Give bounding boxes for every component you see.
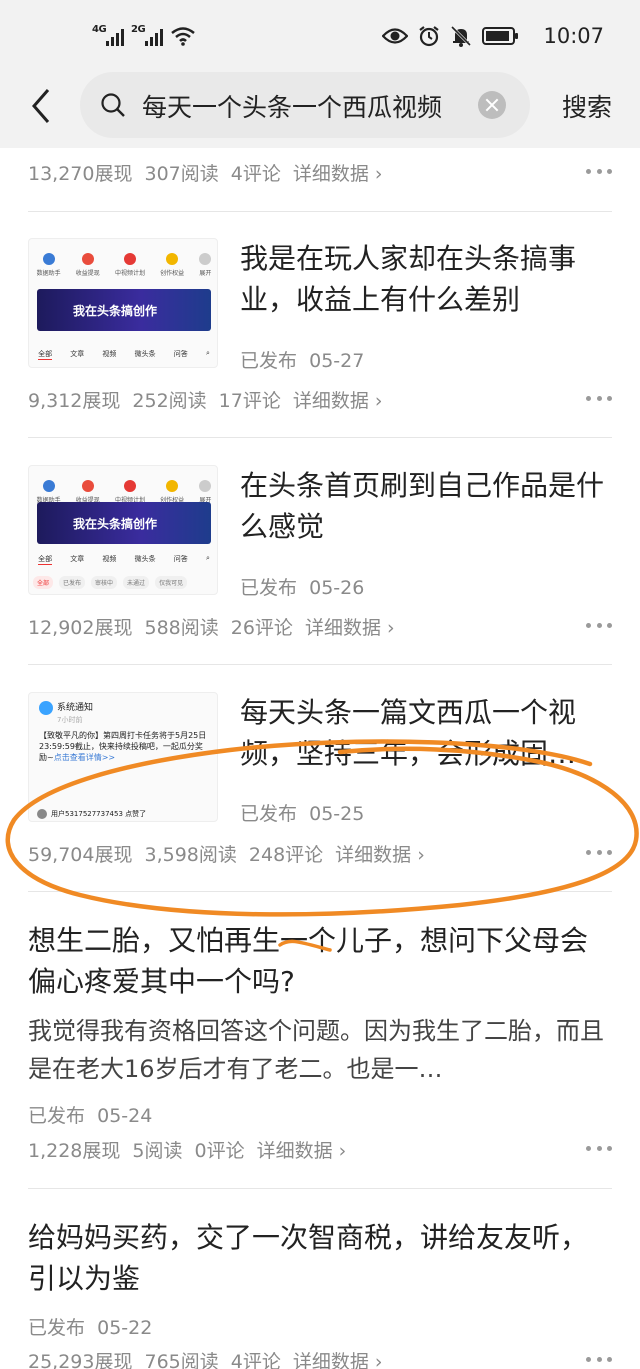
search-icon: ⌕: [205, 554, 210, 562]
thumb-tabs: 全部 文章 视频 微头条 问答 ⌕: [38, 554, 210, 565]
signal-icon: [106, 28, 126, 46]
status-bar: 4G 2G 10:07: [0, 0, 640, 72]
detail-data-link[interactable]: 详细数据: [293, 1347, 383, 1369]
reads-count: 765阅读: [144, 1350, 219, 1369]
comments-count: 248评论: [248, 843, 324, 866]
thumb-icon-row: 数据助手 收益提现 中视频计划 创作权益 展开: [29, 253, 217, 277]
views-count: 1,228展现: [28, 1139, 121, 1162]
detail-data-link[interactable]: 详细数据: [305, 613, 395, 640]
search-icon: ⌕: [205, 349, 210, 357]
thumb-icon: 创作权益: [160, 480, 184, 504]
wifi-icon: [171, 27, 195, 46]
reads-count: 252阅读: [132, 389, 207, 412]
thumb-tabs: 全部 文章 视频 微头条 问答 ⌕: [38, 349, 210, 360]
question-title[interactable]: 想生二胎，又怕再生一个儿子，想问下父母会偏心疼爱其中一个吗?: [28, 920, 612, 1002]
battery-icon: [482, 27, 518, 45]
reads-count: 588阅读: [144, 616, 219, 639]
search-query[interactable]: 每天一个头条一个西瓜视频: [142, 88, 442, 124]
stats-row: 9,312展现 252阅读 17评论 详细数据: [28, 384, 383, 414]
search-header: 每天一个头条一个西瓜视频 搜索: [0, 72, 640, 148]
more-options-icon[interactable]: [586, 1354, 612, 1364]
detail-data-link[interactable]: 详细数据: [257, 1136, 347, 1163]
comments-count: 17评论: [218, 389, 281, 412]
article-title[interactable]: 每天头条一篇文西瓜一个视频，坚持三年，会形成固…: [240, 692, 612, 774]
stats-row: 25,293展现 765阅读 4评论 详细数据: [28, 1345, 383, 1369]
comments-count: 4评论: [230, 162, 281, 185]
back-button[interactable]: [22, 86, 62, 126]
divider: [28, 211, 612, 212]
search-input[interactable]: 每天一个头条一个西瓜视频: [80, 72, 530, 138]
stats-row: 12,902展现 588阅读 26评论 详细数据: [28, 611, 395, 641]
thumb-icon: 创作权益: [160, 253, 184, 277]
detail-data-link[interactable]: 详细数据: [293, 386, 383, 413]
thumb-user-line: 用户5317527737453 点赞了: [37, 809, 146, 819]
thumb-subtabs: 全部 已发布 审核中 未通过 仅我可见: [33, 576, 188, 589]
network-type-2: 2G: [131, 24, 146, 35]
thumb-icon: 数据助手: [37, 480, 61, 504]
comments-count: 26评论: [230, 616, 293, 639]
thumb-icon: 收益提现: [76, 253, 100, 277]
views-count: 59,704展现: [28, 843, 133, 866]
network-type-1: 4G: [92, 24, 107, 35]
thumb-icon: 展开: [199, 253, 211, 277]
views-count: 25,293展现: [28, 1350, 133, 1369]
divider: [28, 891, 612, 892]
reads-count: 3,598阅读: [144, 843, 237, 866]
views-count: 9,312展现: [28, 389, 121, 412]
thumb-icon-row: 数据助手 收益提现 中视频计划 创作权益 展开: [29, 480, 217, 504]
article-title[interactable]: 在头条首页刷到自己作品是什么感觉: [240, 465, 612, 547]
reads-count: 307阅读: [144, 162, 219, 185]
comments-count: 0评论: [194, 1139, 245, 1162]
publish-status: 已发布 05-22: [28, 1317, 153, 1339]
divider: [28, 664, 612, 665]
views-count: 12,902展现: [28, 616, 133, 639]
article-thumbnail: 系统通知 7小时前 【致敬平凡的你】第四周打卡任务将于5月25日23:59:59…: [28, 692, 218, 822]
stats-row: 13,270展现 307阅读 4评论 详细数据: [28, 157, 383, 187]
more-options-icon[interactable]: [586, 393, 612, 403]
views-count: 13,270展现: [28, 162, 133, 185]
thumb-icon: 中视频计划: [115, 253, 145, 277]
reads-count: 5阅读: [132, 1139, 183, 1162]
notification-avatar: [39, 701, 53, 715]
comments-count: 4评论: [230, 1350, 281, 1369]
more-options-icon[interactable]: [586, 620, 612, 630]
answer-summary: 我觉得我有资格回答这个问题。因为我生了二胎，而且是在老大16岁后才有了老二。也是…: [28, 1017, 604, 1083]
thumb-icon: 展开: [199, 480, 211, 504]
stats-row: 1,228展现 5阅读 0评论 详细数据: [28, 1134, 346, 1164]
article-thumbnail: 数据助手 收益提现 中视频计划 创作权益 展开 我在头条搞创作 全部 文章 视频…: [28, 465, 218, 595]
publish-status: 已发布 05-24: [28, 1105, 153, 1127]
status-icons: [382, 22, 520, 50]
publish-status: 已发布 05-26: [240, 577, 365, 599]
article-title[interactable]: 给妈妈买药，交了一次智商税，讲给友友听，引以为鉴: [28, 1217, 612, 1299]
article-thumbnail: 数据助手 收益提现 中视频计划 创作权益 展开 我在头条搞创作 全部 文章 视频…: [28, 238, 218, 368]
mute-bell-icon: [450, 25, 472, 47]
detail-data-link[interactable]: 详细数据: [335, 840, 425, 867]
alarm-icon: [419, 26, 439, 47]
more-options-icon[interactable]: [586, 166, 612, 176]
thumb-notification: 系统通知 7小时前 【致敬平凡的你】第四周打卡任务将于5月25日23:59:59…: [39, 701, 207, 762]
thumb-icon: 收益提现: [76, 480, 100, 504]
article-title[interactable]: 我是在玩人家却在头条搞事业，收益上有什么差别: [240, 238, 612, 320]
detail-data-link[interactable]: 详细数据: [293, 159, 383, 186]
publish-status: 已发布 05-27: [240, 350, 365, 372]
clear-search-button[interactable]: [478, 91, 506, 119]
more-options-icon[interactable]: [586, 1143, 612, 1153]
search-submit-button[interactable]: 搜索: [562, 88, 612, 124]
thumb-banner: 我在头条搞创作: [37, 289, 211, 331]
thumb-banner: 我在头条搞创作: [37, 502, 211, 544]
signal-icon-2: [145, 28, 165, 46]
search-icon: [101, 93, 125, 117]
divider: [28, 437, 612, 438]
divider: [28, 1188, 612, 1189]
clock: 10:07: [543, 24, 604, 48]
thumb-icon: 数据助手: [37, 253, 61, 277]
more-options-icon[interactable]: [586, 847, 612, 857]
publish-status: 已发布 05-25: [240, 803, 365, 825]
eye-icon: [382, 28, 408, 44]
stats-row: 59,704展现 3,598阅读 248评论 详细数据: [28, 838, 425, 868]
thumb-icon: 中视频计划: [115, 480, 145, 504]
